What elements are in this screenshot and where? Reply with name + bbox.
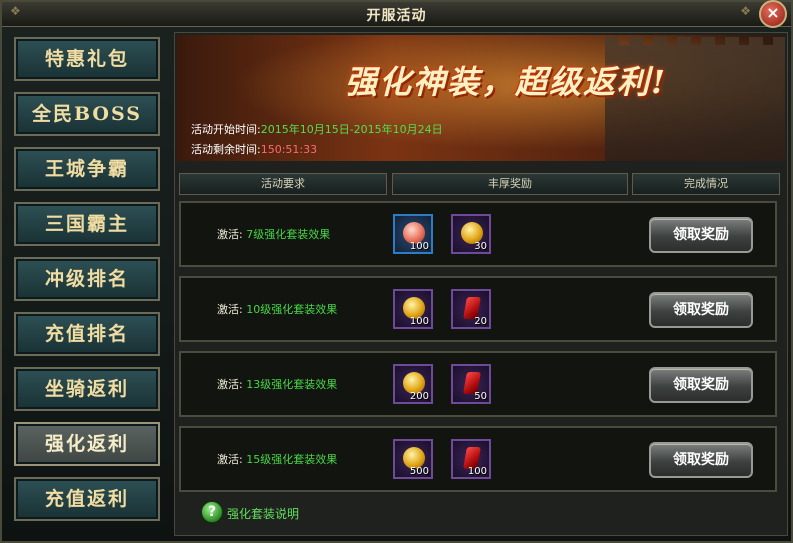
help-link[interactable]: ? 强化套装说明	[201, 501, 300, 523]
sidebar-item-level-rank[interactable]: 冲级排名	[14, 257, 160, 301]
reward-qty: 20	[474, 316, 487, 327]
requirement-text: 激活: 7级强化套装效果	[217, 226, 330, 242]
reward-qty: 30	[474, 241, 487, 252]
claim-reward-button[interactable]: 领取奖励	[649, 292, 753, 328]
sidebar-item-city-war[interactable]: 王城争霸	[14, 147, 160, 191]
requirement-text: 激活: 15级强化套装效果	[217, 451, 337, 467]
sidebar-item-discount-pack[interactable]: 特惠礼包	[14, 37, 160, 81]
sidebar-item-label: 三国霸主	[44, 213, 129, 235]
requirement-level: 7级强化套装效果	[246, 228, 331, 241]
remaining-time-label: 活动剩余时间:	[191, 143, 261, 156]
header-status: 完成情况	[632, 173, 780, 195]
remaining-time-value: 150:51:33	[260, 143, 318, 156]
sidebar-item-label: 充值返利	[44, 488, 129, 510]
sidebar-item-mount-rebate[interactable]: 坐骑返利	[14, 367, 160, 411]
sidebar-item-label: 强化返利	[44, 433, 129, 455]
sidebar: 特惠礼包 全民BOSS 王城争霸 三国霸主 冲级排名 充值排名 坐骑返利 强化返…	[14, 37, 160, 532]
event-banner: 强化神装，超级返利! 活动开始时间:2015年10月15日-2015年10月24…	[177, 35, 785, 161]
table-row: 激活: 10级强化套装效果 100 20 领取奖励	[179, 276, 777, 342]
remaining-time: 活动剩余时间:150:51:33	[191, 141, 317, 157]
start-time-value: 2015年10月15日-2015年10月24日	[260, 123, 443, 136]
sidebar-item-recharge-rebate[interactable]: 充值返利	[14, 477, 160, 521]
sidebar-item-label: 充值排名	[44, 323, 129, 345]
sidebar-item-enhance-rebate[interactable]: 强化返利	[14, 422, 160, 466]
banner-slogan: 强化神装，超级返利!	[345, 63, 668, 101]
requirement-text: 激活: 13级强化套装效果	[217, 376, 337, 392]
event-window: ❖ 开服活动 ❖ × 特惠礼包 全民BOSS 王城争霸 三国霸主 冲级排名 充值…	[0, 0, 793, 543]
claim-reward-button[interactable]: 领取奖励	[649, 367, 753, 403]
reward-qty: 100	[409, 241, 429, 252]
header-requirement: 活动要求	[179, 173, 387, 195]
table-row: 激活: 15级强化套装效果 500 100 领取奖励	[179, 426, 777, 492]
table-header: 活动要求 丰厚奖励 完成情况	[179, 173, 783, 195]
close-icon[interactable]: ×	[759, 0, 787, 28]
window-title: 开服活动	[366, 8, 427, 24]
reward-qty: 100	[467, 466, 487, 477]
requirement-prefix: 激活:	[217, 303, 243, 316]
question-icon[interactable]: ?	[201, 501, 223, 523]
sidebar-item-label: 坐骑返利	[44, 378, 129, 400]
requirement-text: 激活: 10级强化套装效果	[217, 301, 337, 317]
requirement-prefix: 激活:	[217, 228, 243, 241]
reward-item[interactable]: 20	[451, 289, 491, 329]
sidebar-item-label: 特惠礼包	[44, 48, 129, 70]
main-panel: 强化神装，超级返利! 活动开始时间:2015年10月15日-2015年10月24…	[174, 32, 788, 536]
reward-qty: 100	[409, 316, 429, 327]
reward-item[interactable]: 100	[451, 439, 491, 479]
requirement-level: 15级强化套装效果	[246, 453, 338, 466]
requirement-prefix: 激活:	[217, 453, 243, 466]
sidebar-item-label: 冲级排名	[44, 268, 129, 290]
claim-reward-button[interactable]: 领取奖励	[649, 442, 753, 478]
reward-qty: 200	[409, 391, 429, 402]
reward-item[interactable]: 30	[451, 214, 491, 254]
start-time: 活动开始时间:2015年10月15日-2015年10月24日	[191, 121, 443, 137]
reward-item[interactable]: 100	[393, 289, 433, 329]
requirement-prefix: 激活:	[217, 378, 243, 391]
reward-qty: 500	[409, 466, 429, 477]
requirement-level: 13级强化套装效果	[246, 378, 338, 391]
reward-item[interactable]: 200	[393, 364, 433, 404]
table-row: 激活: 13级强化套装效果 200 50 领取奖励	[179, 351, 777, 417]
sidebar-item-label: 王城争霸	[44, 158, 129, 180]
help-link-label: 强化套装说明	[227, 507, 300, 521]
start-time-label: 活动开始时间:	[191, 123, 261, 136]
sidebar-item-three-kingdoms[interactable]: 三国霸主	[14, 202, 160, 246]
reward-item[interactable]: 500	[393, 439, 433, 479]
ornament-right-icon: ❖	[740, 4, 751, 18]
sidebar-item-world-boss[interactable]: 全民BOSS	[14, 92, 160, 136]
claim-reward-button[interactable]: 领取奖励	[649, 217, 753, 253]
reward-item[interactable]: 50	[451, 364, 491, 404]
requirement-level: 10级强化套装效果	[246, 303, 338, 316]
table-row: 激活: 7级强化套装效果 100 30 领取奖励	[179, 201, 777, 267]
reward-item[interactable]: 100	[393, 214, 433, 254]
sidebar-item-label: 全民BOSS	[32, 103, 142, 125]
header-rewards: 丰厚奖励	[392, 173, 628, 195]
reward-qty: 50	[474, 391, 487, 402]
sidebar-item-recharge-rank[interactable]: 充值排名	[14, 312, 160, 356]
title-bar: ❖ 开服活动 ❖ ×	[2, 0, 791, 28]
